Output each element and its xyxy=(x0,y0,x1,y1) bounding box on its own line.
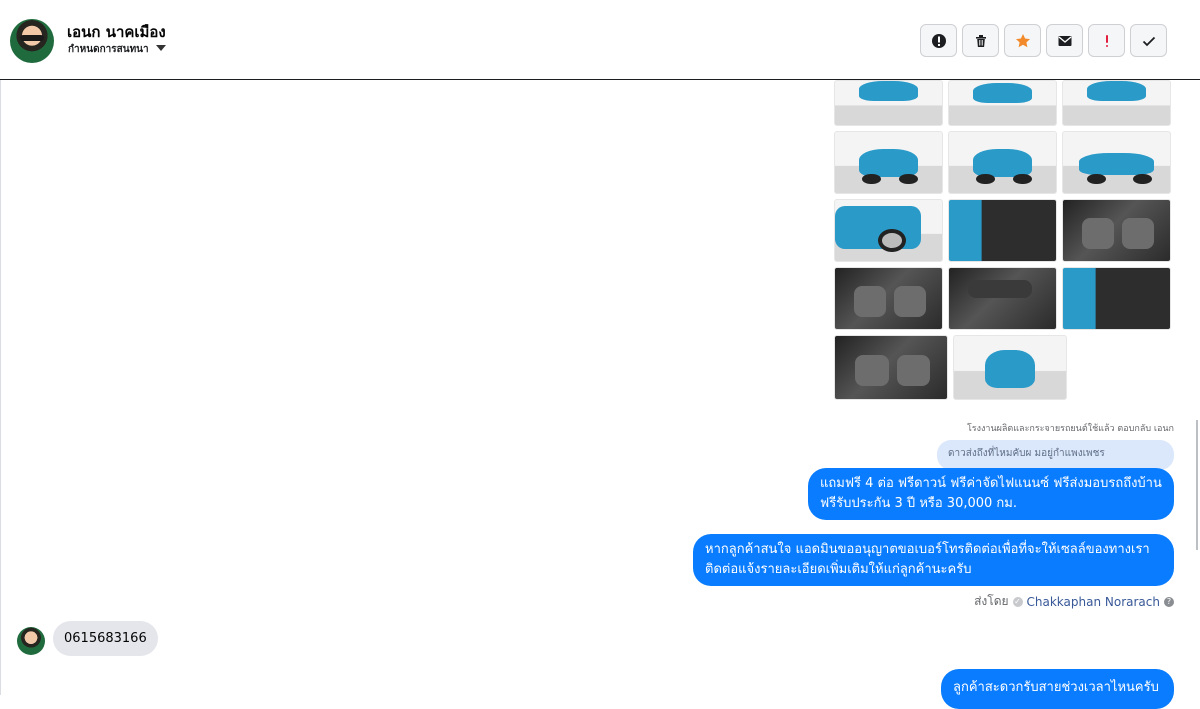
photo-thumbnail[interactable] xyxy=(948,80,1057,126)
outgoing-message[interactable]: แถมฟรี 4 ต่อ ฟรีดาวน์ ฟรีค่าจัดไฟแนนซ์ ฟ… xyxy=(808,468,1174,520)
photo-thumbnail[interactable] xyxy=(834,80,943,126)
avatar[interactable] xyxy=(10,19,54,63)
message-line: ติดต่อแจ้งรายละเอียดเพิ่มเติมให้แก่ลูกค้… xyxy=(705,562,972,577)
outgoing-message-partial[interactable]: ลูกค้าสะดวกรับสายช่วงเวลาไหนครับ xyxy=(941,669,1174,709)
photo-thumbnail[interactable] xyxy=(834,335,948,400)
star-button[interactable] xyxy=(1004,24,1041,57)
photo-thumbnail[interactable] xyxy=(1062,131,1171,194)
mark-done-button[interactable] xyxy=(1130,24,1167,57)
conversation-assign-label[interactable]: กำหนดการสนทนา xyxy=(68,42,149,57)
mail-icon xyxy=(1058,35,1071,46)
reply-context-note: โรงงานผลิตและกระจายรถยนต์ใช้แล้ว ตอบกลับ… xyxy=(966,424,1174,434)
photo-thumbnail[interactable] xyxy=(1062,199,1171,262)
sent-by-label: ส่งโดย xyxy=(974,594,1009,608)
photo-thumbnail[interactable] xyxy=(948,267,1057,330)
outgoing-message[interactable]: หากลูกค้าสนใจ แอดมินขออนุญาตขอเบอร์โทรติ… xyxy=(693,534,1174,586)
chevron-down-icon[interactable] xyxy=(156,45,166,51)
sent-by-info: ส่งโดย ✓ Chakkaphan Norarach ? xyxy=(974,592,1174,611)
sent-by-name[interactable]: Chakkaphan Norarach xyxy=(1027,595,1160,609)
check-icon xyxy=(1142,36,1155,46)
message-line: แถมฟรี 4 ต่อ ฟรีดาวน์ ฟรีค่าจัดไฟแนนซ์ ฟ… xyxy=(820,476,1162,491)
block-icon xyxy=(931,33,946,48)
follow-up-button[interactable] xyxy=(1088,24,1125,57)
photo-thumbnail[interactable] xyxy=(834,199,943,262)
photo-thumbnail[interactable] xyxy=(1062,80,1171,126)
quoted-message[interactable]: ดาวส่งถึงที่ไหมคับผ มอยู่กำแพงเพชร xyxy=(937,440,1174,470)
block-button[interactable] xyxy=(920,24,957,57)
exclamation-icon xyxy=(1105,34,1108,47)
conversation-header: เอนก นาคเมือง กำหนดการสนทนา xyxy=(0,0,1200,80)
help-icon[interactable]: ? xyxy=(1164,596,1174,607)
verified-icon: ✓ xyxy=(1012,596,1023,607)
photo-thumbnail[interactable] xyxy=(948,131,1057,194)
mark-unread-button[interactable] xyxy=(1046,24,1083,57)
left-border xyxy=(0,0,1,695)
avatar[interactable] xyxy=(17,627,45,655)
photo-thumbnail[interactable] xyxy=(834,131,943,194)
trash-icon xyxy=(975,34,986,47)
photo-thumbnail[interactable] xyxy=(953,335,1067,400)
star-icon xyxy=(1015,33,1030,47)
header-actions xyxy=(920,24,1167,57)
incoming-message[interactable]: 0615683166 xyxy=(53,621,158,656)
contact-name[interactable]: เอนก นาคเมือง xyxy=(67,20,166,44)
photo-thumbnail[interactable] xyxy=(834,267,943,330)
delete-button[interactable] xyxy=(962,24,999,57)
message-line: หากลูกค้าสนใจ แอดมินขออนุญาตขอเบอร์โทรติ… xyxy=(705,542,1150,557)
scrollbar[interactable] xyxy=(1196,420,1198,550)
message-line: ฟรีรับประกัน 3 ปี หรือ 30,000 กม. xyxy=(820,496,1017,511)
photo-thumbnail[interactable] xyxy=(1062,267,1171,330)
photo-thumbnail[interactable] xyxy=(948,199,1057,262)
